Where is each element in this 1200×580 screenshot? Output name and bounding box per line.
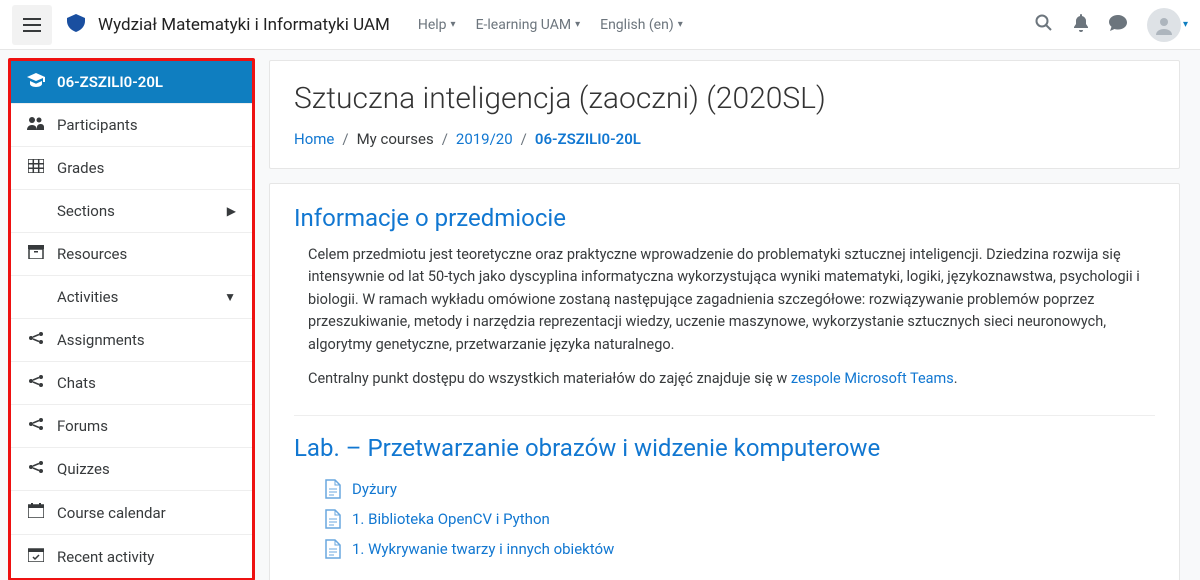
chevron-down-icon: ▼ [224, 290, 236, 304]
sidebar-item-grades[interactable]: Grades [11, 147, 252, 190]
sidebar-item-label: Participants [57, 116, 138, 134]
section-info-para1: Celem przedmiotu jest teoretyczne oraz p… [308, 244, 1155, 356]
breadcrumb-mycourses: My courses [357, 130, 434, 148]
course-title: Sztuczna inteligencja (zaoczni) (2020SL) [294, 81, 1155, 116]
page-icon [324, 539, 342, 559]
sidebar-item-recent[interactable]: Recent activity [11, 535, 252, 578]
sidebar-item-label: Forums [57, 417, 108, 435]
hamburger-icon [23, 18, 41, 32]
bell-icon [1073, 14, 1089, 32]
section-info-title[interactable]: Informacje o przedmiocie [294, 204, 1155, 232]
topbar-right: ▾ [1035, 8, 1188, 42]
activity-link[interactable]: 1. Wykrywanie twarzy i innych obiektów [352, 540, 614, 558]
calendar-icon [27, 503, 45, 522]
chat-icon [1109, 15, 1127, 31]
activity-link[interactable]: 1. Biblioteka OpenCV i Python [352, 510, 550, 528]
sidebar-item-label: Recent activity [57, 548, 154, 566]
nav-language[interactable]: English (en)▾ [592, 11, 691, 39]
user-icon [1154, 15, 1174, 35]
breadcrumb: Home / My courses / 2019/20 / 06-ZSZILI0… [294, 130, 1155, 148]
section-info-para2: Centralny punkt dostępu do wszystkich ma… [308, 368, 1155, 390]
users-icon [27, 116, 45, 134]
chevron-right-icon: ▶ [227, 204, 236, 218]
sidebar-item-label: Chats [57, 374, 96, 392]
nav-help[interactable]: Help▾ [410, 11, 464, 39]
menu-toggle-button[interactable] [12, 5, 52, 45]
sidebar-item-label: Grades [57, 159, 104, 177]
sidebar-item-chats[interactable]: Chats [11, 362, 252, 405]
sidebar-item-assignments[interactable]: Assignments [11, 319, 252, 362]
sidebar-item-calendar[interactable]: Course calendar [11, 491, 252, 535]
share-icon [27, 417, 45, 435]
sidebar-item-label: Sections [57, 202, 115, 220]
sidebar-item-sections[interactable]: Sections ▶ [11, 190, 252, 233]
breadcrumb-year[interactable]: 2019/20 [456, 130, 513, 148]
topbar: Wydział Matematyki i Informatyki UAM Hel… [0, 0, 1200, 50]
calendar-check-icon [27, 547, 45, 566]
share-icon [27, 460, 45, 478]
site-brand[interactable]: Wydział Matematyki i Informatyki UAM [98, 15, 390, 35]
page-icon [324, 479, 342, 499]
sidebar: 06-ZSZILI0-20L Participants Grades Secti… [8, 58, 255, 580]
sidebar-scroll[interactable]: 06-ZSZILI0-20L Participants Grades Secti… [0, 50, 255, 580]
teams-link[interactable]: zespole Microsoft Teams [791, 370, 954, 387]
sidebar-item-label: Course calendar [57, 504, 166, 522]
course-content-card: Informacje o przedmiocie Celem przedmiot… [269, 183, 1180, 580]
caret-down-icon: ▾ [451, 19, 456, 30]
sidebar-item-activities[interactable]: Activities ▼ [11, 276, 252, 319]
notifications-button[interactable] [1073, 14, 1089, 36]
section-divider [294, 415, 1155, 416]
sidebar-item-label: Assignments [57, 331, 145, 349]
activity-item: Dyżury [324, 474, 1155, 504]
main-content[interactable]: Sztuczna inteligencja (zaoczni) (2020SL)… [255, 50, 1200, 580]
caret-down-icon: ▾ [678, 19, 683, 30]
breadcrumb-home[interactable]: Home [294, 130, 334, 148]
share-icon [27, 374, 45, 392]
sidebar-item-label: Quizzes [57, 460, 110, 478]
share-icon [27, 331, 45, 349]
site-logo[interactable] [62, 11, 90, 39]
search-button[interactable] [1035, 14, 1053, 36]
graduation-cap-icon [27, 73, 45, 91]
activity-link[interactable]: Dyżury [352, 480, 397, 498]
course-header-card: Sztuczna inteligencja (zaoczni) (2020SL)… [269, 60, 1180, 169]
search-icon [1035, 14, 1053, 32]
archive-icon [27, 245, 45, 263]
user-menu[interactable]: ▾ [1147, 8, 1188, 42]
section-info-body: Celem przedmiotu jest teoretyczne oraz p… [294, 244, 1155, 391]
activity-item: 1. Wykrywanie twarzy i innych obiektów [324, 534, 1155, 564]
sidebar-item-resources[interactable]: Resources [11, 233, 252, 276]
sidebar-item-course[interactable]: 06-ZSZILI0-20L [11, 61, 252, 104]
messages-button[interactable] [1109, 15, 1127, 35]
logo-icon [63, 12, 89, 38]
section-lab-title[interactable]: Lab. – Przetwarzanie obrazów i widzenie … [294, 434, 1155, 462]
activity-item: 1. Biblioteka OpenCV i Python [324, 504, 1155, 534]
sidebar-item-label: 06-ZSZILI0-20L [57, 73, 163, 91]
sidebar-item-label: Resources [57, 245, 127, 263]
sidebar-item-participants[interactable]: Participants [11, 104, 252, 147]
nav-elearning[interactable]: E-learning UAM▾ [468, 11, 589, 39]
grid-icon [27, 159, 45, 177]
page-icon [324, 509, 342, 529]
top-nav: Help▾ E-learning UAM▾ English (en)▾ [410, 11, 691, 39]
sidebar-item-label: Activities [57, 288, 118, 306]
breadcrumb-current: 06-ZSZILI0-20L [535, 130, 641, 148]
caret-down-icon: ▾ [575, 19, 580, 30]
sidebar-item-forums[interactable]: Forums [11, 405, 252, 448]
avatar [1147, 8, 1181, 42]
caret-down-icon: ▾ [1183, 19, 1188, 30]
activity-list: Dyżury 1. Biblioteka OpenCV i Python 1. … [294, 474, 1155, 564]
sidebar-item-quizzes[interactable]: Quizzes [11, 448, 252, 491]
